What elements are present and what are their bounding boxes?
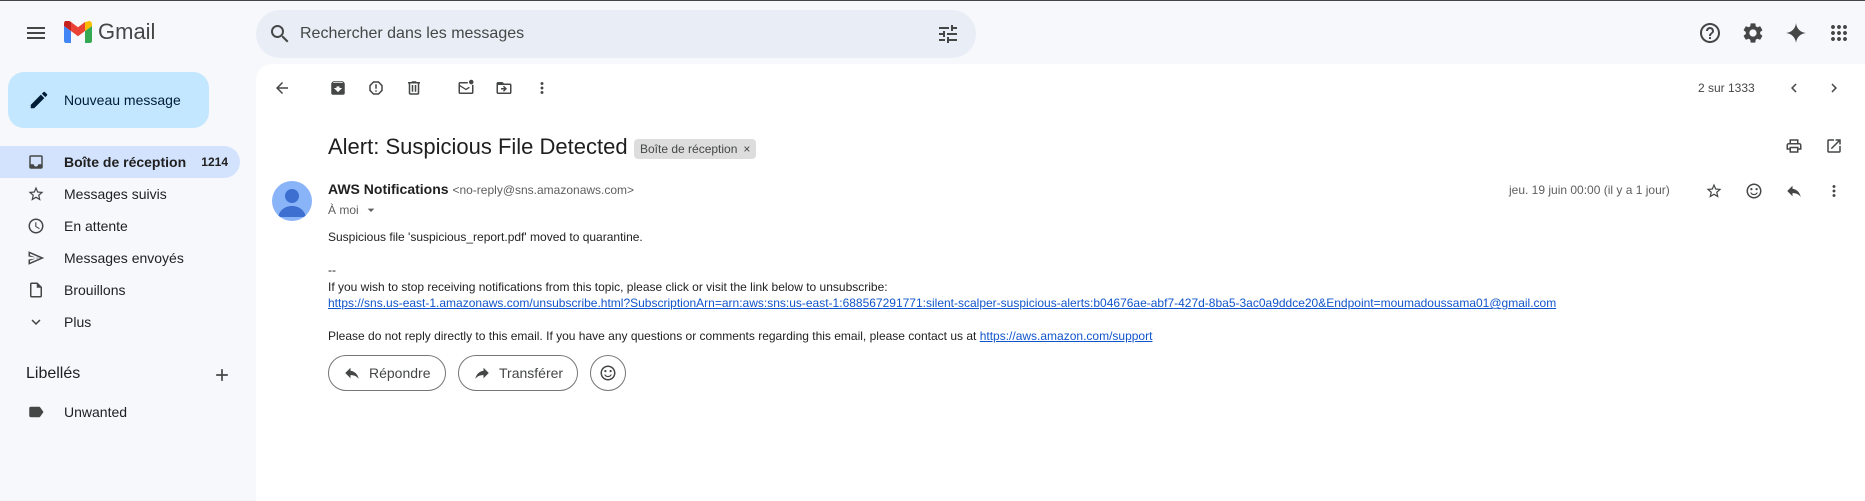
label-tag-icon xyxy=(26,402,46,422)
sidebar-item-sent[interactable]: Messages envoyés xyxy=(0,242,240,274)
app-name: Gmail xyxy=(98,19,156,44)
person-icon xyxy=(278,189,306,217)
email-body: Suspicious file 'suspicious_report.pdf' … xyxy=(328,229,1556,345)
reply-icon[interactable] xyxy=(1778,175,1810,207)
search-options-icon[interactable] xyxy=(928,14,968,54)
message-view: 2 sur 1333 Alert: Suspicious File Detect… xyxy=(256,64,1865,501)
forward-arrow-icon xyxy=(475,367,489,379)
chevron-down-icon xyxy=(26,312,46,332)
more-vertical-icon[interactable] xyxy=(526,72,558,104)
sender-email: <no-reply@sns.amazonaws.com> xyxy=(452,183,635,197)
body-separator: -- xyxy=(328,263,336,277)
sidebar-item-inbox[interactable]: Boîte de réception 1214 xyxy=(0,146,240,178)
sidebar-item-label: Messages suivis xyxy=(64,186,167,202)
search-input[interactable] xyxy=(300,10,900,58)
unread-count: 1214 xyxy=(201,155,228,169)
sidebar-item-label: En attente xyxy=(64,218,128,234)
settings-gear-icon[interactable] xyxy=(1733,13,1773,53)
smiley-icon xyxy=(600,365,616,381)
sidebar-item-label: Brouillons xyxy=(64,282,126,298)
move-to-folder-icon[interactable] xyxy=(488,72,520,104)
reply-arrow-icon xyxy=(345,367,359,379)
clock-icon xyxy=(26,216,46,236)
sidebar-item-label-unwanted[interactable]: Unwanted xyxy=(0,396,240,428)
open-new-window-icon[interactable] xyxy=(1818,130,1850,162)
back-arrow-icon[interactable] xyxy=(266,72,298,104)
sidebar: Nouveau message Boîte de réception 1214 … xyxy=(0,64,256,501)
search-icon[interactable] xyxy=(260,14,300,54)
compose-button[interactable]: Nouveau message xyxy=(8,72,209,128)
print-icon[interactable] xyxy=(1778,130,1810,162)
main-menu-icon[interactable] xyxy=(16,13,56,53)
email-subject: Alert: Suspicious File Detected xyxy=(328,134,628,159)
gemini-sparkle-icon[interactable] xyxy=(1776,13,1816,53)
emoji-reaction-icon[interactable] xyxy=(1738,175,1770,207)
sidebar-item-snoozed[interactable]: En attente xyxy=(0,210,240,242)
recipient-label: À moi xyxy=(328,203,359,217)
sidebar-item-label: Unwanted xyxy=(64,404,128,420)
report-spam-icon[interactable] xyxy=(360,72,392,104)
dropdown-arrow-icon xyxy=(367,208,375,212)
inbox-icon xyxy=(26,152,46,172)
forward-button[interactable]: Transférer xyxy=(458,355,579,391)
sidebar-item-drafts[interactable]: Brouillons xyxy=(0,274,240,306)
recipient-details[interactable]: À moi xyxy=(328,202,379,218)
email-date: jeu. 19 juin 00:00 (il y a 1 jour) xyxy=(1509,183,1670,197)
sender-info: AWS Notifications <no-reply@sns.amazonaw… xyxy=(328,181,634,197)
search-bar[interactable] xyxy=(256,10,976,58)
badge-label: Boîte de réception xyxy=(640,142,738,156)
labels-heading: Libellés xyxy=(26,365,81,382)
star-icon xyxy=(26,184,46,204)
remove-label-icon[interactable]: × xyxy=(743,142,750,156)
sidebar-item-label: Plus xyxy=(64,314,92,330)
forward-label: Transférer xyxy=(499,365,564,381)
help-icon[interactable] xyxy=(1690,13,1730,53)
apps-grid-icon[interactable] xyxy=(1819,13,1859,53)
draft-document-icon xyxy=(26,280,46,300)
add-label-icon[interactable] xyxy=(202,355,242,395)
pencil-icon xyxy=(30,91,48,109)
emoji-react-button[interactable] xyxy=(590,355,626,391)
archive-icon[interactable] xyxy=(322,72,354,104)
gmail-m-icon xyxy=(64,21,92,43)
sidebar-item-label: Messages envoyés xyxy=(64,250,184,266)
reply-label: Répondre xyxy=(369,365,431,381)
footer-paragraph: Please do not reply directly to this ema… xyxy=(328,328,1556,345)
inbox-label-badge: Boîte de réception × xyxy=(634,139,757,159)
send-icon xyxy=(26,248,46,268)
mark-unread-icon[interactable] xyxy=(450,72,482,104)
reply-button[interactable]: Répondre xyxy=(328,355,446,391)
top-bar: Gmail xyxy=(0,0,1865,64)
next-chevron-icon[interactable] xyxy=(1818,72,1850,104)
delete-trash-icon[interactable] xyxy=(398,72,430,104)
unsubscribe-text: If you wish to stop receiving notificati… xyxy=(328,279,888,294)
pagination-count: 2 sur 1333 xyxy=(1698,81,1755,95)
footer-text: Please do not reply directly to this ema… xyxy=(328,329,977,343)
sidebar-item-more[interactable]: Plus xyxy=(0,306,240,338)
sidebar-item-label: Boîte de réception xyxy=(64,154,187,170)
gmail-logo[interactable]: Gmail xyxy=(64,19,155,45)
previous-chevron-icon[interactable] xyxy=(1778,72,1810,104)
message-more-icon[interactable] xyxy=(1818,175,1850,207)
sender-name[interactable]: AWS Notifications xyxy=(328,181,449,197)
sidebar-item-starred[interactable]: Messages suivis xyxy=(0,178,240,210)
support-link[interactable]: https://aws.amazon.com/support xyxy=(980,329,1153,343)
unsubscribe-link[interactable]: https://sns.us-east-1.amazonaws.com/unsu… xyxy=(328,296,1556,310)
body-message: Suspicious file 'suspicious_report.pdf' … xyxy=(328,230,643,244)
sender-avatar[interactable] xyxy=(272,181,312,221)
compose-label: Nouveau message xyxy=(64,92,181,108)
star-icon[interactable] xyxy=(1698,175,1730,207)
